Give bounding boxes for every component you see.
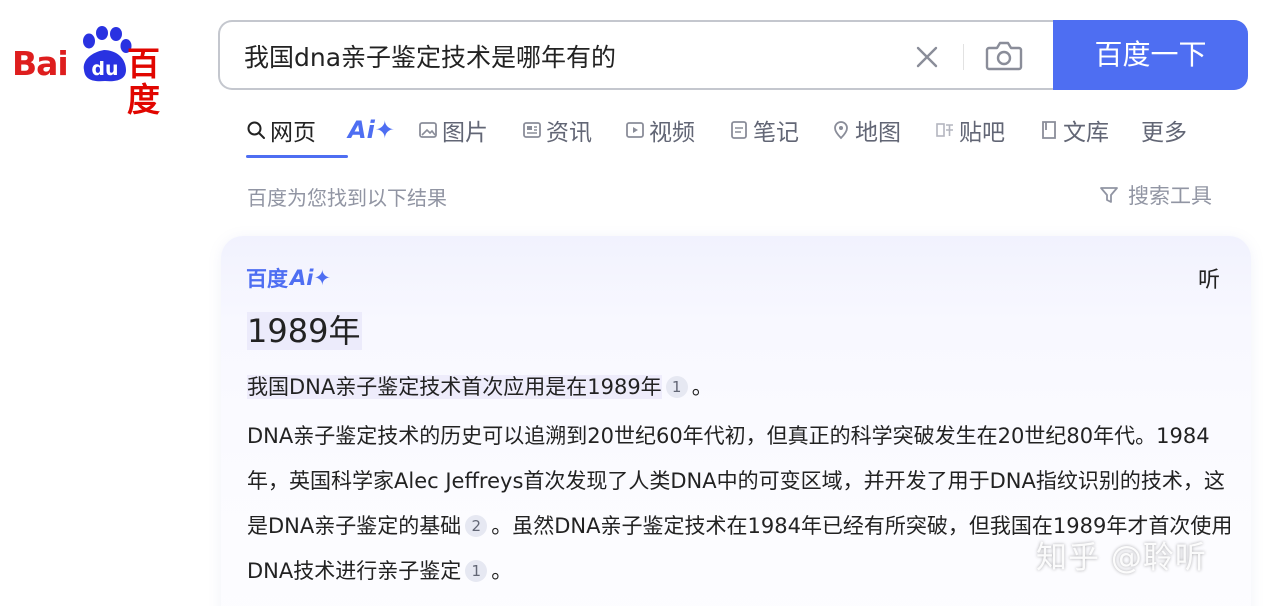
clear-icon[interactable]	[910, 40, 944, 74]
answer-title-text: 1989年	[247, 312, 363, 350]
tab-news[interactable]: 资讯	[522, 110, 625, 150]
paw-icon: du	[83, 26, 132, 82]
tab-notes[interactable]: 笔记	[729, 110, 831, 150]
search-button[interactable]: 百度一下	[1053, 20, 1248, 90]
search-tools-label: 搜索工具	[1128, 184, 1212, 208]
ai-icon: Ai✦	[348, 116, 395, 144]
tab-label: 地图	[855, 120, 901, 146]
listen-button[interactable]: 听	[1198, 262, 1220, 294]
tab-label: 网页	[270, 120, 316, 146]
logo-bai-text: Bai	[12, 44, 69, 83]
summary-end: 。	[691, 375, 713, 399]
tab-video[interactable]: 视频	[625, 110, 729, 150]
tab-label: 资讯	[546, 120, 592, 146]
logo-cn-text: 百度	[127, 44, 160, 119]
summary-text: 我国DNA亲子鉴定技术首次应用是在1989年	[247, 375, 662, 399]
results-info: 百度为您找到以下结果	[247, 186, 447, 210]
search-icon	[247, 121, 265, 139]
answer-summary: 我国DNA亲子鉴定技术首次应用是在1989年 1。	[247, 365, 1237, 410]
answer-title: 1989年	[247, 310, 363, 352]
tab-ai[interactable]: Ai✦	[348, 110, 418, 150]
search-tools-button[interactable]: 搜索工具	[1098, 180, 1212, 210]
tab-label: 贴吧	[959, 120, 1005, 146]
map-icon	[834, 121, 848, 140]
watermark: 知乎 @聆听	[1036, 540, 1207, 576]
baidu-logo[interactable]: Bai du 百度	[10, 24, 192, 118]
paragraph-end: 。	[491, 559, 513, 583]
ai-icon: Ai✦	[290, 266, 332, 290]
ai-brand-text: 百度	[246, 267, 288, 291]
tab-tieba[interactable]: 贴吧	[935, 110, 1039, 150]
citation-badge[interactable]: 1	[465, 560, 488, 582]
tab-map[interactable]: 地图	[831, 110, 935, 150]
citation-badge[interactable]: 1	[665, 376, 688, 398]
tieba-icon	[936, 123, 953, 137]
ai-brand: 百度 Ai✦	[246, 263, 331, 293]
image-icon	[419, 122, 437, 138]
search-divider	[963, 44, 964, 70]
citation-badge[interactable]: 2	[465, 515, 488, 537]
news-icon	[523, 122, 541, 138]
filter-icon	[1100, 187, 1118, 203]
tab-label: 笔记	[753, 120, 799, 146]
tab-wenku[interactable]: 文库	[1039, 110, 1141, 150]
tab-web[interactable]: 网页	[246, 110, 348, 158]
logo-du-text: du	[91, 58, 118, 80]
tab-images[interactable]: 图片	[418, 110, 522, 150]
camera-icon[interactable]	[983, 36, 1025, 76]
video-icon	[626, 122, 644, 138]
tab-more[interactable]: 更多	[1141, 110, 1201, 150]
tab-label: 视频	[649, 120, 695, 146]
search-tabs: 网页 Ai✦ 图片 资讯 视频 笔记 地图 贴吧 文库 更多	[246, 110, 1201, 158]
wenku-icon	[1042, 121, 1056, 139]
tab-label: 文库	[1063, 120, 1109, 146]
note-icon	[731, 121, 747, 139]
tab-label: 图片	[442, 120, 488, 146]
tab-label: 更多	[1141, 120, 1187, 146]
search-input[interactable]	[244, 38, 884, 78]
